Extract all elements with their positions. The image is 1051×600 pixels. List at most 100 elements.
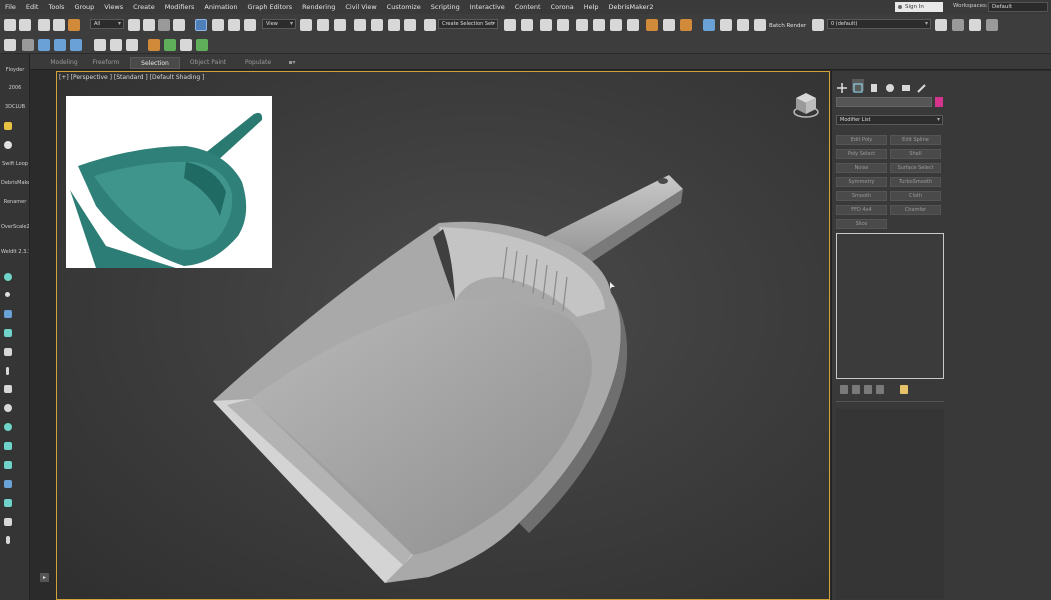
scatter-tool-icon[interactable] [164,39,176,51]
menu-group[interactable]: Group [70,3,100,11]
configure-modifier-sets-icon[interactable] [900,385,908,394]
modifier-list-dropdown[interactable]: Modifier List [836,115,943,125]
percent-snap-icon[interactable] [388,19,400,31]
box-icon[interactable] [4,499,12,507]
modify-tab-icon[interactable] [852,79,864,93]
snaps-toggle-icon[interactable] [354,19,366,31]
batch-render-label[interactable]: Batch Render [769,23,806,29]
keyboard-shortcut-icon[interactable] [334,19,346,31]
script-overscale[interactable]: OverScale23 [1,224,29,230]
menu-interactive[interactable]: Interactive [465,3,510,11]
align-icon[interactable] [521,19,533,31]
poly-select-button[interactable]: Poly Select [836,149,887,159]
window-crossing-icon[interactable] [173,19,185,31]
render-production-icon[interactable] [680,19,692,31]
tab-freeform[interactable]: Freeform [86,57,126,69]
perspective-viewport[interactable]: [+] [Perspective ] [Standard ] [Default … [56,71,830,600]
script-3dclub[interactable]: 3DCLUB [1,104,29,110]
align-left-icon[interactable] [94,39,106,51]
curve-editor-icon[interactable] [593,19,605,31]
align-center-icon[interactable] [110,39,122,51]
menu-scripting[interactable]: Scripting [426,3,465,11]
cup-icon[interactable] [4,518,12,526]
workspaces-select[interactable]: Default [988,2,1048,12]
menu-edit[interactable]: Edit [21,3,44,11]
warning-icon[interactable] [4,122,12,130]
drop-icon[interactable] [4,329,12,337]
script-2006[interactable]: 2006 [1,85,29,91]
select-in-layer-icon[interactable] [969,19,981,31]
viewport-label[interactable]: [+] [Perspective ] [Standard ] [Default … [59,74,204,81]
menu-file[interactable]: File [0,3,21,11]
axis-constraint-icon[interactable] [22,39,34,51]
motion-tab-icon[interactable] [884,79,896,92]
render-in-cloud-icon[interactable] [720,19,732,31]
turbosmooth-button[interactable]: TurboSmooth [890,177,941,187]
edit-named-selection-icon[interactable] [424,19,436,31]
ring-icon[interactable] [4,404,12,412]
edit-poly-button[interactable]: Edit Poly [836,135,887,145]
snap-toolbar-icon[interactable] [4,39,16,51]
sphere-icon[interactable] [4,141,12,149]
noise-button[interactable]: Noise [836,163,887,173]
constraint-x-icon[interactable] [38,39,50,51]
create-tab-icon[interactable] [836,79,848,93]
add-to-layer-icon[interactable] [952,19,964,31]
signin-button[interactable]: Sign In [895,2,943,12]
menu-help[interactable]: Help [579,3,604,11]
script-renamer[interactable]: Renamer [1,199,29,205]
menu-views[interactable]: Views [99,3,128,11]
panel-divider[interactable] [836,401,944,407]
menu-modifiers[interactable]: Modifiers [160,3,200,11]
cloth-button[interactable]: Cloth [890,191,941,201]
object-color-swatch[interactable] [935,97,943,107]
surface-select-button[interactable]: Surface Select [890,163,941,173]
align-right-icon[interactable] [126,39,138,51]
transform-gizmo-icon[interactable] [317,19,329,31]
spinner-snap-icon[interactable] [404,19,416,31]
menu-debrismaker2[interactable]: DebrisMaker2 [604,3,659,11]
show-end-result-icon[interactable] [852,385,860,394]
ffd-button[interactable]: FFD 4x4 [836,205,887,215]
layer-manager-icon[interactable] [812,19,824,31]
loop-icon[interactable] [4,423,12,431]
menu-content[interactable]: Content [510,3,546,11]
object-name-field[interactable] [836,97,932,107]
select-move-icon[interactable] [195,19,207,31]
slice-button[interactable]: Slice [836,219,887,229]
layer-dropdown[interactable]: 0 (default) [827,19,931,29]
set-current-layer-icon[interactable] [986,19,998,31]
selection-set-dropdown[interactable]: Create Selection Set [438,19,498,29]
script-tool-icon[interactable] [148,39,160,51]
brush-tool-icon[interactable] [180,39,192,51]
redo-icon[interactable] [19,19,31,31]
tab-populate[interactable]: Populate [236,57,280,69]
rendered-frame-window-icon[interactable] [663,19,675,31]
render-setup-icon[interactable] [646,19,658,31]
script-swift-loop[interactable]: Swift Loop [1,161,29,167]
script-debrismaker[interactable]: DebrisMaker [1,180,29,186]
menu-corona[interactable]: Corona [546,3,579,11]
select-rotate-icon[interactable] [212,19,224,31]
dustpan-3d-model[interactable] [207,167,687,597]
make-unique-icon[interactable] [864,385,872,394]
unlink-icon[interactable] [53,19,65,31]
cube-icon[interactable] [4,442,12,450]
utilities-tab-icon[interactable] [916,79,928,93]
remove-modifier-icon[interactable] [876,385,884,394]
blob-icon[interactable] [4,310,12,318]
create-layer-icon[interactable] [935,19,947,31]
select-scale-icon[interactable] [228,19,240,31]
tab-modeling[interactable]: Modeling [44,57,84,69]
chamfer-button[interactable]: Chamfer [890,205,941,215]
pivot-center-icon[interactable] [300,19,312,31]
menu-civil-view[interactable]: Civil View [340,3,381,11]
bind-space-warp-icon[interactable] [68,19,80,31]
rb-plugin-icon[interactable] [703,19,715,31]
frame-icon[interactable] [4,461,12,469]
schematic-view-icon[interactable] [610,19,622,31]
mirror-icon[interactable] [504,19,516,31]
undo-icon[interactable] [4,19,16,31]
display-tab-icon[interactable] [900,79,912,91]
rectangular-selection-icon[interactable] [158,19,170,31]
